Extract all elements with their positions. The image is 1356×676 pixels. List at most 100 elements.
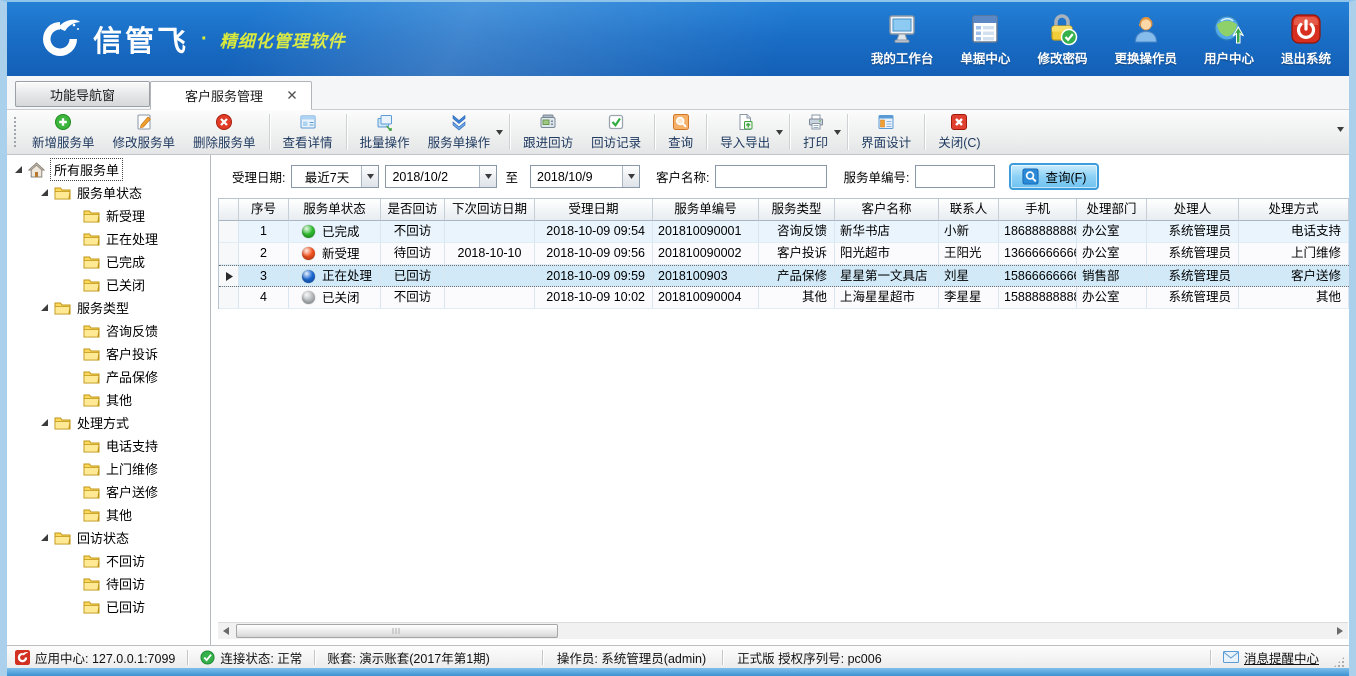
column-header-seq[interactable]: 序号 [239, 199, 289, 221]
column-header-method[interactable]: 处理方式 [1239, 199, 1349, 221]
logo-subtitle: 精细化管理软件 [220, 27, 346, 52]
column-header-revisit[interactable]: 是否回访 [381, 199, 445, 221]
search-button[interactable]: 查询(F) [1009, 163, 1099, 190]
navigation-tree: 所有服务单服务单状态新受理正在处理已完成已关闭服务类型咨询反馈客户投诉产品保修其… [7, 155, 211, 645]
column-header-phone[interactable]: 手机 [999, 199, 1077, 221]
toolbar-edit[interactable]: 修改服务单 [104, 112, 185, 153]
horizontal-scrollbar[interactable] [218, 622, 1348, 639]
column-header-orderno[interactable]: 服务单编号 [653, 199, 759, 221]
table-row-4[interactable]: 4已关闭不回访2018-10-09 10:02201810090004其他上海星… [219, 287, 1349, 309]
toolbar-overflow-icon[interactable] [1337, 119, 1344, 137]
date-from-select[interactable]: 2018/10/2 [385, 165, 497, 188]
tree-node-leaf-2-3[interactable]: 其他 [7, 503, 210, 526]
header-action-workbench[interactable]: 我的工作台 [871, 11, 934, 67]
column-header-accept[interactable]: 受理日期 [535, 199, 653, 221]
customer-name-input[interactable] [715, 165, 827, 188]
toolbar-follow-visit[interactable]: 跟进回访 [514, 112, 582, 153]
header-action-exit[interactable]: 退出系统 [1281, 11, 1331, 67]
add-icon [54, 113, 72, 131]
toolbar-batch[interactable]: 批量操作 [351, 112, 419, 153]
tree-node-leaf-2-0[interactable]: 电话支持 [7, 434, 210, 457]
import-export-icon [736, 113, 754, 131]
tab-1[interactable]: 客户服务管理 [150, 81, 312, 110]
column-header-handler[interactable]: 处理人 [1147, 199, 1239, 221]
tree-node-leaf-0-1[interactable]: 正在处理 [7, 227, 210, 250]
column-header-type[interactable]: 服务类型 [759, 199, 835, 221]
folder-icon [83, 232, 100, 246]
tree-node-leaf-1-3[interactable]: 其他 [7, 388, 210, 411]
order-no-input[interactable] [915, 165, 995, 188]
column-header-label: 服务类型 [771, 202, 821, 216]
toolbar-close-red[interactable]: 关闭(C) [929, 112, 989, 153]
toolbar-add[interactable]: 新增服务单 [23, 112, 104, 153]
tree-node-leaf-1-0[interactable]: 咨询反馈 [7, 319, 210, 342]
status-dot [302, 291, 315, 304]
tree-node-leaf-3-0[interactable]: 不回访 [7, 549, 210, 572]
toolbar-visit-record[interactable]: 回访记录 [582, 112, 650, 153]
toolbar-print[interactable]: 打印 [794, 112, 837, 153]
message-center-link[interactable]: 消息提醒中心 [1223, 648, 1319, 667]
tree-node-label: 其他 [106, 505, 132, 524]
tree-node-leaf-0-2[interactable]: 已完成 [7, 250, 210, 273]
tree-node-group-3[interactable]: 回访状态 [7, 526, 210, 549]
scrollbar-thumb[interactable] [236, 624, 558, 638]
tab-close-icon[interactable] [287, 89, 297, 103]
header-action-user-center[interactable]: 用户中心 [1204, 11, 1254, 67]
toolbar-button-label: 导入导出 [720, 132, 770, 151]
toolbar-details[interactable]: 查看详情 [274, 112, 342, 153]
tree-node-label: 已回访 [106, 597, 145, 616]
cell-method: 其他 [1239, 287, 1349, 309]
tree-node-leaf-1-2[interactable]: 产品保修 [7, 365, 210, 388]
tree-node-leaf-3-1[interactable]: 待回访 [7, 572, 210, 595]
logo-title: 信管飞 [93, 18, 189, 60]
tree-node-leaf-3-2[interactable]: 已回访 [7, 595, 210, 618]
header-action-switch-user[interactable]: 更换操作员 [1114, 11, 1177, 67]
column-header-dept[interactable]: 处理部门 [1077, 199, 1147, 221]
toolbar-separator [509, 114, 510, 150]
tab-0[interactable]: 功能导航窗 [15, 81, 150, 107]
column-header-contact[interactable]: 联系人 [939, 199, 999, 221]
cell-revisit: 已回访 [381, 266, 445, 286]
tree-node-leaf-0-3[interactable]: 已关闭 [7, 273, 210, 296]
toolbar-delete[interactable]: 删除服务单 [184, 112, 265, 153]
row-marker-icon [225, 272, 233, 281]
chevron-down-icon [361, 166, 378, 187]
tree-node-group-1[interactable]: 服务类型 [7, 296, 210, 319]
toolbar-import-export[interactable]: 导入导出 [711, 112, 779, 153]
toolbar-service-ops[interactable]: 服务单操作 [419, 112, 500, 153]
column-header-customer[interactable]: 客户名称 [835, 199, 939, 221]
tree-node-leaf-2-1[interactable]: 上门维修 [7, 457, 210, 480]
tree-node-leaf-2-2[interactable]: 客户送修 [7, 480, 210, 503]
folder-icon [54, 416, 71, 430]
cell-accept: 2018-10-09 10:02 [535, 287, 653, 309]
tree-node-leaf-0-0[interactable]: 新受理 [7, 204, 210, 227]
dropdown-arrow-icon[interactable] [834, 130, 841, 135]
dropdown-arrow-icon[interactable] [496, 130, 503, 135]
tree-node-root[interactable]: 所有服务单 [7, 158, 210, 181]
cell-next [445, 287, 535, 309]
header-action-password[interactable]: 修改密码 [1037, 11, 1087, 67]
status-text: 新受理 [322, 244, 360, 264]
toolbar-separator [847, 114, 848, 150]
tree-node-group-2[interactable]: 处理方式 [7, 411, 210, 434]
toolbar-ui-design[interactable]: 界面设计 [852, 112, 920, 153]
column-header-status[interactable]: 服务单状态 [289, 199, 381, 221]
logo-swoosh-icon [37, 16, 83, 62]
toolbar: 新增服务单修改服务单删除服务单查看详情批量操作服务单操作跟进回访回访记录查询导入… [7, 110, 1349, 155]
scroll-left-icon[interactable] [218, 624, 234, 639]
tree-node-leaf-1-1[interactable]: 客户投诉 [7, 342, 210, 365]
resize-grip[interactable] [1333, 656, 1345, 668]
status-item-text: 操作员: 系统管理员(admin) [557, 648, 706, 667]
date-preset-select[interactable]: 最近7天 [291, 165, 379, 188]
dropdown-arrow-icon[interactable] [776, 130, 783, 135]
scroll-right-icon[interactable] [1332, 624, 1348, 639]
date-to-select[interactable]: 2018/10/9 [530, 165, 640, 188]
table-row-3[interactable]: 3正在处理已回访2018-10-09 09:592018100903产品保修星星… [219, 265, 1349, 287]
header-action-documents[interactable]: 单据中心 [960, 11, 1010, 67]
toolbar-search-orange[interactable]: 查询 [659, 112, 702, 153]
toolbar-drag-handle[interactable] [13, 116, 18, 148]
tree-node-group-0[interactable]: 服务单状态 [7, 181, 210, 204]
table-row-2[interactable]: 2新受理待回访2018-10-102018-10-09 09:562018100… [219, 243, 1349, 265]
table-row-1[interactable]: 1已完成不回访2018-10-09 09:54201810090001咨询反馈新… [219, 221, 1349, 243]
column-header-next[interactable]: 下次回访日期 [445, 199, 535, 221]
